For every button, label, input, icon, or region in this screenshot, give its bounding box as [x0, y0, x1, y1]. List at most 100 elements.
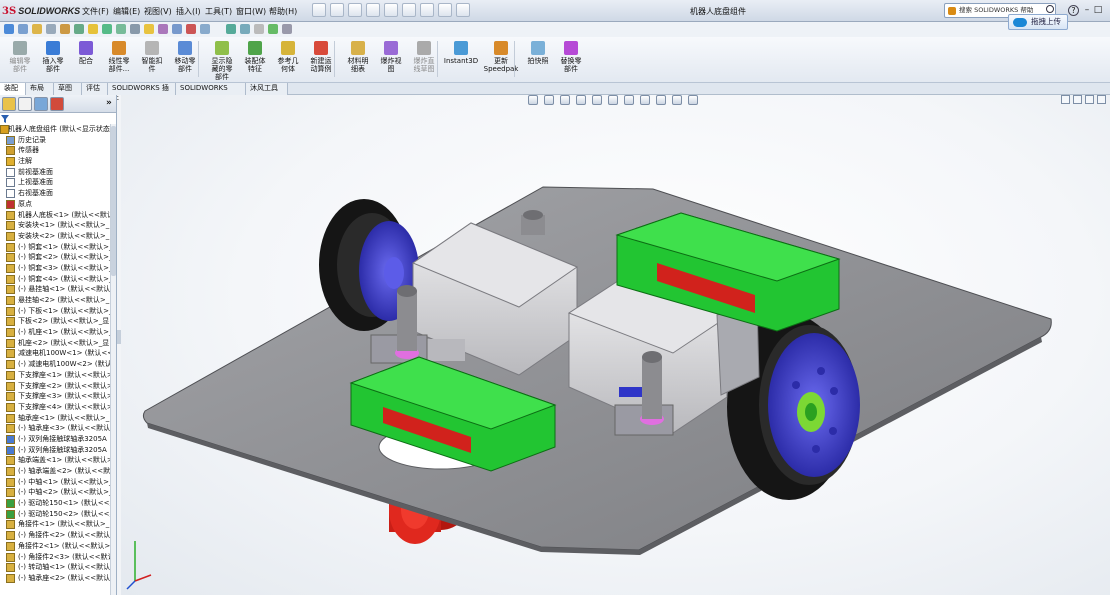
tree-item[interactable]: (-) 铜套<3> (默认<<默认>_	[0, 263, 110, 274]
restore-icon[interactable]: □	[1093, 4, 1103, 16]
tab-6[interactable]: 沐风工具箱	[246, 83, 288, 103]
assembly-features-button[interactable]: 装配体 特征	[237, 41, 273, 73]
tree-item[interactable]: (-) 中轴<1> (默认<<默认>_	[0, 477, 110, 488]
tree-item[interactable]: 上视基准面	[0, 177, 110, 188]
save-icon[interactable]	[348, 3, 362, 17]
tree-item[interactable]: 下支撑座<1> (默认<<默认>	[0, 370, 110, 381]
tab-1[interactable]: 布局	[26, 83, 54, 95]
menu-item[interactable]: 文件(F)	[82, 6, 109, 17]
tab-3[interactable]: 评估	[82, 83, 108, 95]
tree-item[interactable]: (-) 铜套<2> (默认<<默认>_	[0, 252, 110, 263]
tree-item[interactable]: (-) 悬挂轴<1> (默认<<默认	[0, 284, 110, 295]
tree-item[interactable]: (-) 铜套<1> (默认<<默认>_	[0, 242, 110, 253]
menu-item[interactable]: 编辑(E)	[113, 6, 140, 17]
tree-item[interactable]: (-) 机座<1> (默认<<默认>_	[0, 327, 110, 338]
tree-item[interactable]: 前视基准面	[0, 167, 110, 178]
menu-item[interactable]: 工具(T)	[205, 6, 232, 17]
feature-manager-tab-icon[interactable]	[2, 97, 16, 111]
routing-icon[interactable]	[226, 24, 236, 34]
hole-icon[interactable]	[172, 24, 182, 34]
tree-item[interactable]: 历史记录	[0, 135, 110, 146]
edit-component-button[interactable]: 编辑零 部件	[2, 41, 38, 73]
tree-item[interactable]: 右视基准面	[0, 188, 110, 199]
simulation-icon[interactable]	[268, 24, 278, 34]
select-icon[interactable]	[402, 3, 416, 17]
property-manager-tab-icon[interactable]	[18, 97, 32, 111]
measure-icon[interactable]	[74, 24, 84, 34]
feature-icon[interactable]	[32, 24, 42, 34]
tree-item[interactable]: (-) 驱动轮150<2> (默认<<默	[0, 509, 110, 520]
tree-item[interactable]: (-) 轴承座<2> (默认<<默认	[0, 573, 110, 584]
configuration-manager-tab-icon[interactable]	[34, 97, 48, 111]
tree-item[interactable]: 机座<2> (默认<<默认>_显	[0, 338, 110, 349]
tree-item[interactable]: 下板<2> (默认<<默认>_显	[0, 316, 110, 327]
bill-of-materials-button[interactable]: 材料明 细表	[340, 41, 376, 73]
display-manager-tab-icon[interactable]	[50, 97, 64, 111]
tree-item[interactable]: 悬挂轴<2> (默认<<默认>_	[0, 295, 110, 306]
robot-chassis-model[interactable]	[121, 95, 1110, 595]
tree-item[interactable]: 下支撑座<4> (默认<<默认>	[0, 402, 110, 413]
tree-item[interactable]: (-) 轴承端盖<2> (默认<<默	[0, 466, 110, 477]
menu-item[interactable]: 帮助(H)	[269, 6, 297, 17]
replace-components-button[interactable]: 替换零 部件	[553, 41, 589, 73]
tree-item[interactable]: (-) 双列角接触球轴承3205A	[0, 445, 110, 456]
note-icon[interactable]	[88, 24, 98, 34]
tree-item[interactable]: 传感器	[0, 145, 110, 156]
tree-item[interactable]: (-) 下板<1> (默认<<默认>_	[0, 306, 110, 317]
tree-scrollbar[interactable]	[110, 124, 116, 595]
tab-4[interactable]: SOLIDWORKS 插件	[108, 83, 176, 103]
file-properties-icon[interactable]	[438, 3, 452, 17]
tree-item[interactable]: 机器人底板<1> (默认<<默认	[0, 210, 110, 221]
minimize-icon[interactable]: –	[1082, 4, 1092, 16]
tree-item[interactable]: (-) 减速电机100W<2> (默认	[0, 359, 110, 370]
tree-item[interactable]: 角接件2<1> (默认<<默认>	[0, 541, 110, 552]
mate-button[interactable]: 配合	[68, 41, 104, 65]
undo-icon[interactable]	[384, 3, 398, 17]
tree-item[interactable]: 安装块<2> (默认<<默认>_	[0, 231, 110, 242]
take-snapshot-button[interactable]: 拍快照	[520, 41, 556, 65]
options-icon[interactable]	[456, 3, 470, 17]
tree-item[interactable]: 轴承座<1> (默认<<默认>_	[0, 413, 110, 424]
display-icon[interactable]	[200, 24, 210, 34]
sum-icon[interactable]	[116, 24, 126, 34]
tree-item[interactable]: 安装块<1> (默认<<默认>_	[0, 220, 110, 231]
lock-icon[interactable]	[46, 24, 56, 34]
panel-expand-icon[interactable]: »	[106, 98, 112, 108]
tree-item[interactable]: (-) 双列角接触球轴承3205A	[0, 434, 110, 445]
tree-item[interactable]: (-) 转动轴<1> (默认<<默认	[0, 562, 110, 573]
smart-fasteners-button[interactable]: 智能扣 件	[134, 41, 170, 73]
tree-item[interactable]: 减速电机100W<1> (默认<<	[0, 348, 110, 359]
instant3d-button[interactable]: Instant3D	[443, 41, 479, 65]
scrollbar-thumb[interactable]	[111, 126, 116, 276]
rebuild-icon[interactable]	[420, 3, 434, 17]
tree-item[interactable]: 下支撑座<3> (默认<<默认>	[0, 391, 110, 402]
tree-item[interactable]: (-) 中轴<2> (默认<<默认>_	[0, 487, 110, 498]
insert-components-button[interactable]: 插入零 部件	[35, 41, 71, 73]
mass-icon[interactable]	[130, 24, 140, 34]
tree-item[interactable]: (-) 角接件<2> (默认<<默认	[0, 530, 110, 541]
solidworks-logo[interactable]: 3S SOLIDWORKS	[2, 3, 80, 19]
print-icon[interactable]	[366, 3, 380, 17]
section-icon[interactable]	[254, 24, 264, 34]
tree-item[interactable]: (-) 驱动轮150<1> (默认<<默	[0, 498, 110, 509]
tree-item[interactable]: 角接件<1> (默认<<默认>_	[0, 519, 110, 530]
menu-item[interactable]: 视图(V)	[144, 6, 172, 17]
component-icon[interactable]	[60, 24, 70, 34]
new-file-icon[interactable]	[312, 3, 326, 17]
show-hidden-components-button[interactable]: 显示隐 藏的零 部件	[204, 41, 240, 81]
tree-item[interactable]: 原点	[0, 199, 110, 210]
warning-icon[interactable]	[144, 24, 154, 34]
tree-item[interactable]: (-) 铜套<4> (默认<<默认>_	[0, 274, 110, 285]
check-icon[interactable]	[102, 24, 112, 34]
interference-icon[interactable]	[158, 24, 168, 34]
open-file-icon[interactable]	[330, 3, 344, 17]
smart-dimension-icon[interactable]	[4, 24, 14, 34]
help-icon[interactable]: ?	[1068, 5, 1079, 16]
tab-2[interactable]: 草图	[54, 83, 82, 95]
color-icon[interactable]	[186, 24, 196, 34]
reference-geometry-button[interactable]: 参考几 何体	[270, 41, 306, 73]
tree-item[interactable]: 下支撑座<2> (默认<<默认>	[0, 381, 110, 392]
tree-item[interactable]: (-) 角接件2<3> (默认<<默认	[0, 552, 110, 563]
tree-root[interactable]: 机器人底盘组件 (默认<显示状态	[0, 124, 110, 135]
graphics-area[interactable]	[121, 95, 1110, 595]
